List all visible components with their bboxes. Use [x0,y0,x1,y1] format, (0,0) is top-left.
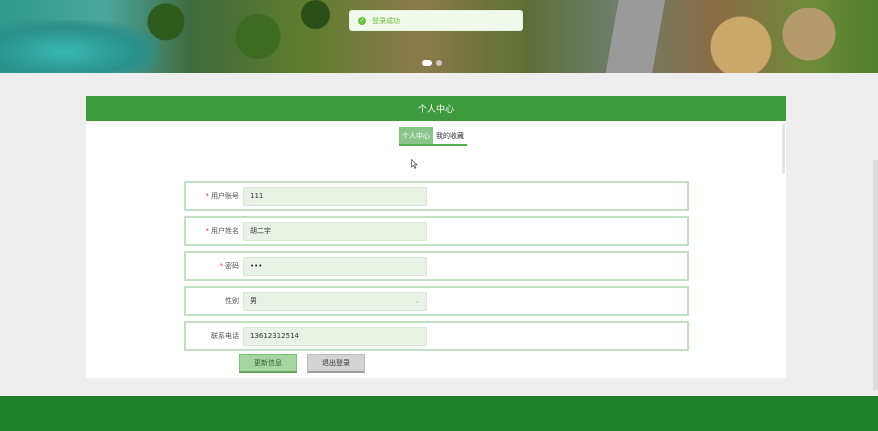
name-input[interactable]: 胡二宇 [243,221,427,241]
form-row-password: * 密码 ••• [184,251,689,281]
panel-scrollbar[interactable] [782,124,785,174]
mouse-pointer-icon [411,159,418,169]
account-input[interactable]: 111 [243,186,427,206]
field-label: 联系电话 [211,332,239,340]
field-label: 性别 [225,297,239,305]
logout-button[interactable]: 退出登录 [307,354,365,373]
field-label: 密码 [225,262,239,270]
form-row-account: * 用户账号 111 [184,181,689,211]
update-info-button[interactable]: 更新信息 [239,354,297,373]
required-mark: * [205,227,210,235]
carousel-dot-active[interactable] [422,60,432,66]
tab-favorites[interactable]: 我的收藏 [433,127,467,146]
field-label: 用户姓名 [211,227,239,235]
password-input[interactable]: ••• [243,256,427,276]
banner-rocks [690,8,860,73]
banner-trees [120,0,350,73]
footer [0,396,878,431]
gender-value: 男 [250,297,257,305]
toast-message: 登录成功 [372,16,400,25]
panel-title: 个人中心 [417,105,454,115]
required-mark: * [205,192,210,200]
panel-header: 个人中心 [86,96,786,121]
form-row-gender: 性别 男 ⌄ [184,286,689,316]
phone-input[interactable]: 13612312514 [243,326,427,346]
gender-select[interactable]: 男 ⌄ [243,291,427,311]
profile-tabs: 个人中心 我的收藏 [399,127,467,146]
page-scrollbar[interactable] [873,160,878,390]
form-row-name: * 用户姓名 胡二宇 [184,216,689,246]
check-circle-icon: ✓ [358,16,366,25]
success-toast: ✓ 登录成功 [349,10,523,31]
banner-road [600,0,680,73]
form-row-phone: 联系电话 13612312514 [184,321,689,351]
carousel-dot[interactable] [436,60,442,66]
tab-profile[interactable]: 个人中心 [399,127,433,146]
required-mark: * [219,262,224,270]
chevron-down-icon: ⌄ [414,297,420,305]
field-label: 用户账号 [211,192,239,200]
